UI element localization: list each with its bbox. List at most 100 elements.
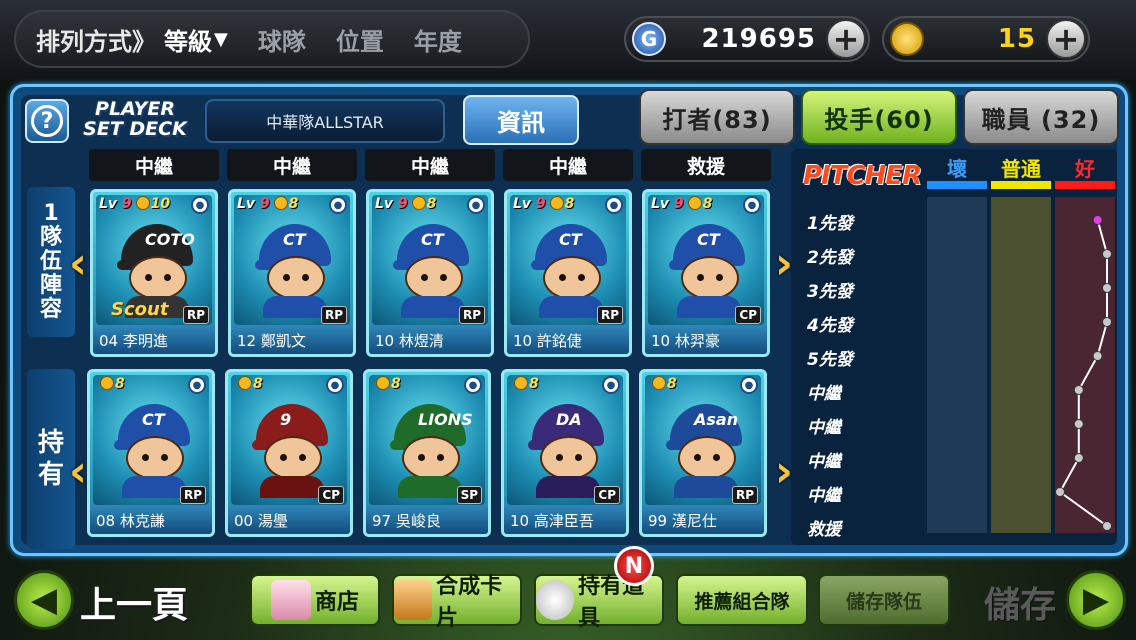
cost-coin-icon — [652, 376, 666, 390]
position-label: 中繼 — [227, 149, 357, 181]
synthesize-card-label: 合成卡片 — [436, 574, 503, 631]
deck-panel: ? PLAYER SET DECK 中華隊ALLSTAR 資訊 打者(83) 投… — [10, 84, 1128, 556]
lv-tag: Lv — [651, 196, 670, 212]
prev-page-label[interactable]: 上一頁 — [80, 576, 188, 628]
save-label[interactable]: 儲存 — [984, 576, 1056, 628]
add-coin-button[interactable]: + — [1046, 19, 1086, 59]
condition-point — [1092, 351, 1103, 361]
card-player-name: 10 高津臣吾 — [504, 506, 626, 534]
prev-page-button[interactable]: ◀ — [14, 570, 74, 630]
g-coin-icon: G — [632, 22, 666, 56]
save-team-button[interactable]: 儲存隊伍 — [818, 574, 950, 626]
shop-button[interactable]: 商店 — [250, 574, 380, 626]
owned-player-card[interactable]: CT 8 ● RP 08 林克謙 — [87, 369, 215, 537]
player-figure: Asan — [664, 394, 748, 498]
player-figure: 9 — [250, 394, 334, 498]
card-role-badge: CP — [735, 306, 761, 324]
lineup-player-card[interactable]: CT Lv 9 8 ● RP 12 鄭凱文 — [228, 189, 356, 357]
uniform — [401, 296, 465, 318]
card-role-badge: CP — [318, 486, 344, 504]
side-tab-owned-label: 持有 — [38, 428, 65, 490]
card-cost: 10 — [150, 196, 171, 212]
pitch-type-icon: ● — [326, 376, 344, 394]
synthesize-card-button[interactable]: 合成卡片 — [392, 574, 522, 631]
face — [264, 436, 322, 480]
owned-player-card[interactable]: DA 8 ● CP 10 高津臣吾 — [501, 369, 629, 537]
cost-coin-icon — [411, 196, 426, 210]
condition-point — [1073, 453, 1084, 463]
condition-line — [1055, 215, 1112, 531]
recommend-team-button[interactable]: 推薦組合隊 — [676, 574, 808, 626]
player-figure: CT — [112, 394, 196, 498]
baseball-bat-icon — [536, 580, 575, 620]
card-player-name: 04 李明進 — [93, 326, 215, 354]
owned-player-card[interactable]: LIONS 8 ● SP 97 吳峻良 — [363, 369, 491, 537]
pitch-type-icon: ● — [464, 376, 482, 394]
dropdown-triangle-icon[interactable]: ▼ — [214, 29, 228, 50]
tab-batters[interactable]: 打者(83) — [639, 89, 795, 145]
cap-logo: CT — [421, 230, 444, 249]
help-button[interactable]: ? — [25, 99, 69, 143]
sort-option-year[interactable]: 年度 — [414, 22, 462, 57]
player-figure: DA — [526, 394, 610, 498]
uniform — [398, 476, 462, 498]
lineup-player-card[interactable]: CT Lv 9 8 ● RP 10 許銘倢 — [504, 189, 632, 357]
cost-coin-icon — [549, 196, 564, 210]
save-next-button[interactable]: ▶ — [1066, 570, 1126, 630]
sort-bar: 排列方式》 等級 ▼ 球隊 位置 年度 — [14, 10, 530, 68]
cap-logo: CT — [697, 230, 720, 249]
sort-option-level[interactable]: 等級 — [164, 22, 212, 57]
lineup-player-card[interactable]: CT Lv 9 8 ● CP 10 林羿豪 — [642, 189, 770, 357]
tab-staff[interactable]: 職員 (32) — [963, 89, 1119, 145]
card-player-name: 97 吳峻良 — [366, 506, 488, 534]
sort-option-team[interactable]: 球隊 — [258, 22, 306, 57]
logo-line-2: SET DECK — [83, 118, 187, 140]
pitch-type-icon: ● — [602, 376, 620, 394]
shopping-bag-icon — [270, 580, 311, 620]
card-role-badge: RP — [179, 486, 206, 504]
pitcher-condition-chart: PITCHER 壞 普通 好 1先發 2先發 3先發 4先發 5先發 中繼 中繼 中繼 中繼 救援 — [791, 149, 1117, 545]
card-level: 9 — [673, 196, 684, 212]
uniform — [539, 296, 603, 318]
face — [405, 256, 463, 300]
player-figure: CT — [391, 214, 475, 318]
face — [681, 256, 739, 300]
pitch-type-icon: ● — [188, 376, 206, 394]
lineup-player-card[interactable]: CT Lv 9 8 ● RP 10 林煜清 — [366, 189, 494, 357]
lv-tag: Lv — [99, 196, 118, 212]
lineup-player-card[interactable]: COTO Lv 9 10 ● Scout RP 04 李明進 — [90, 189, 218, 357]
card-player-name: 00 湯璺 — [228, 506, 350, 534]
gold-coin-display: 15 + — [882, 16, 1090, 62]
owned-player-card[interactable]: 9 8 ● CP 00 湯璺 — [225, 369, 353, 537]
cards-area: 中繼 中繼 中繼 中繼 救援 COTO Lv 9 10 ● Scout RP 04… — [83, 149, 783, 545]
condition-point — [1073, 419, 1084, 429]
cost-coin-icon — [514, 376, 528, 390]
card-level-cost: 8 — [648, 376, 677, 392]
pitch-type-icon: ● — [467, 196, 485, 214]
tab-pitchers[interactable]: 投手(60) — [801, 89, 957, 145]
uniform — [260, 476, 324, 498]
card-role-badge: SP — [456, 486, 482, 504]
lv-tag: Lv — [513, 196, 532, 212]
sort-option-position[interactable]: 位置 — [336, 22, 384, 57]
cap-logo: CT — [559, 230, 582, 249]
condition-polyline — [1058, 219, 1108, 527]
pitch-type-icon: ● — [743, 196, 761, 214]
player-figure: CT — [667, 214, 751, 318]
owned-player-card[interactable]: Asan 8 ● RP 99 漢尼仕 — [639, 369, 767, 537]
position-label: 中繼 — [365, 149, 495, 181]
deck-name-field[interactable]: 中華隊ALLSTAR — [205, 99, 445, 143]
face — [402, 436, 460, 480]
cost-coin-icon — [238, 376, 252, 390]
g-currency-value: 219695 — [701, 24, 816, 54]
face — [678, 436, 736, 480]
condition-point — [1055, 487, 1065, 497]
card-cost: 8 — [391, 376, 401, 392]
card-role-badge: RP — [731, 486, 758, 504]
card-level: 9 — [535, 196, 546, 212]
add-g-button[interactable]: + — [826, 19, 866, 59]
player-figure: LIONS — [388, 394, 473, 498]
condition-point — [1073, 385, 1084, 395]
cost-coin-icon — [376, 376, 390, 390]
info-button[interactable]: 資訊 — [463, 95, 579, 145]
